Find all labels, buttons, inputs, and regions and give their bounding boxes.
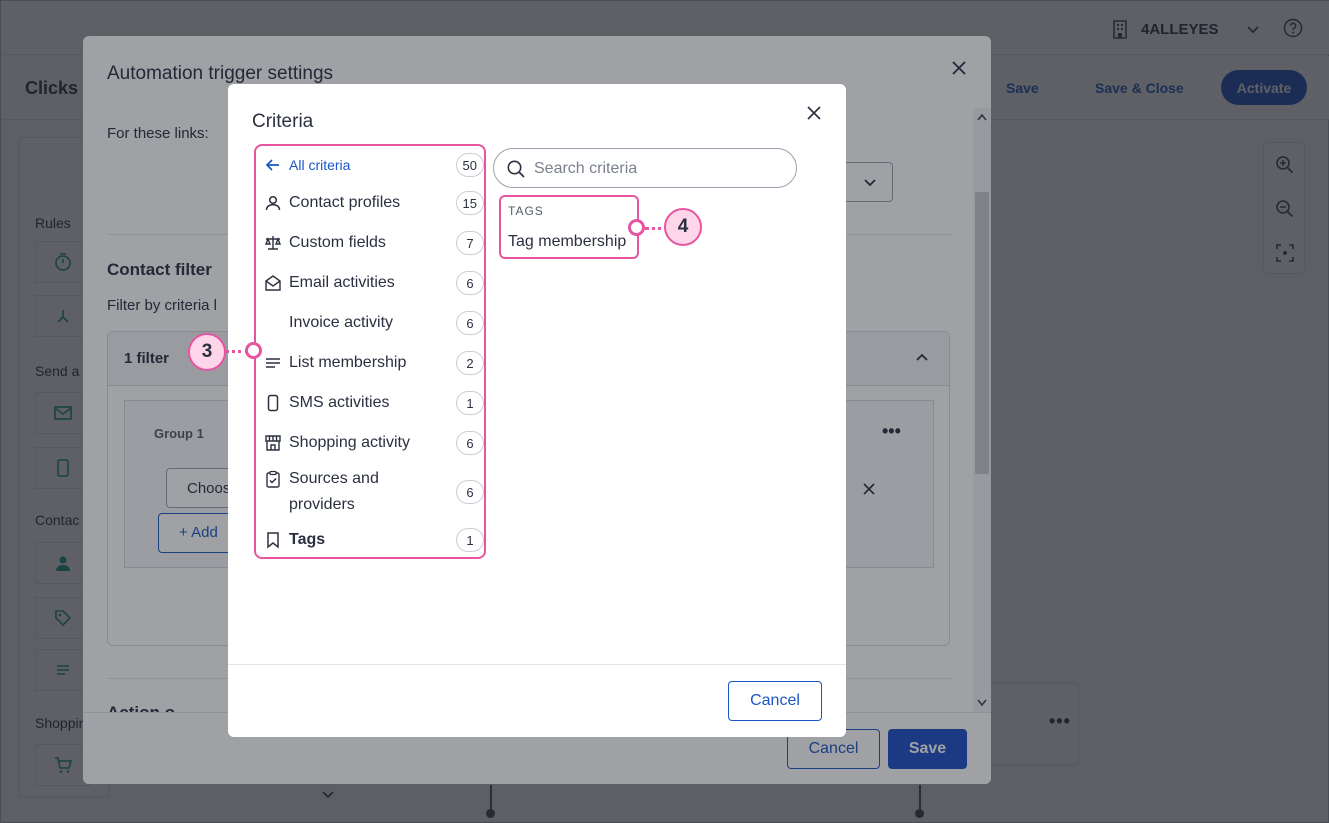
count-badge: 6 — [456, 431, 484, 455]
search-criteria[interactable] — [493, 148, 797, 188]
count-badge: 2 — [456, 351, 484, 375]
envelope-icon — [265, 275, 281, 291]
callout-3: 3 — [188, 333, 226, 371]
person-icon — [265, 195, 281, 211]
callout-4: 4 — [664, 208, 702, 246]
clipboard-check-icon — [266, 470, 280, 488]
count-badge: 1 — [456, 391, 484, 415]
count-badge: 50 — [455, 153, 484, 177]
category-tags[interactable]: Tags 1 — [262, 523, 484, 557]
criteria-modal: Criteria All criteria 50 Contact profile… — [228, 84, 846, 737]
store-icon — [265, 435, 281, 451]
category-custom-fields[interactable]: Custom fields 7 — [262, 226, 484, 260]
tags-result-group: TAGS Tag membership — [499, 195, 639, 259]
criteria-category-list: All criteria 50 Contact profiles 15 Cust… — [254, 144, 486, 559]
category-label: Email activities — [289, 274, 395, 291]
count-badge: 7 — [456, 231, 484, 255]
search-icon — [507, 160, 525, 178]
category-shopping-activity[interactable]: Shopping activity 6 — [262, 426, 484, 460]
tag-membership-option[interactable]: Tag membership — [508, 233, 626, 251]
scale-icon — [264, 236, 282, 250]
count-badge: 6 — [456, 311, 484, 335]
category-contact-profiles[interactable]: Contact profiles 15 — [262, 186, 484, 220]
category-label: Contact profiles — [289, 194, 401, 211]
modal-title: Criteria — [252, 111, 314, 132]
all-criteria-back-link[interactable]: All criteria 50 — [262, 148, 484, 182]
close-icon[interactable] — [805, 104, 823, 122]
count-badge: 1 — [456, 528, 484, 552]
divider — [228, 664, 846, 665]
category-label: Invoice activity — [289, 314, 394, 331]
count-badge: 15 — [455, 191, 484, 215]
result-group-heading: TAGS — [508, 204, 544, 218]
all-criteria-label: All criteria — [289, 157, 351, 173]
callout-anchor — [628, 219, 645, 236]
category-label: Custom fields — [289, 234, 386, 251]
blank-icon — [264, 314, 282, 332]
category-sources-providers[interactable]: Sources and providers 6 — [262, 466, 484, 518]
count-badge: 6 — [456, 271, 484, 295]
arrow-left-icon — [265, 159, 279, 171]
category-invoice-activity[interactable]: Invoice activity 6 — [262, 306, 484, 340]
category-label: List membership — [289, 354, 407, 371]
category-list-membership[interactable]: List membership 2 — [262, 346, 484, 380]
category-email-activities[interactable]: Email activities 6 — [262, 266, 484, 300]
search-input[interactable] — [534, 157, 784, 181]
lines-icon — [266, 358, 280, 368]
phone-icon — [267, 394, 279, 412]
category-label: Sources and providers — [289, 470, 379, 513]
category-label: Tags — [289, 531, 326, 548]
category-label: Shopping activity — [289, 434, 410, 451]
cancel-button[interactable]: Cancel — [728, 681, 822, 721]
count-badge: 6 — [456, 480, 484, 504]
category-sms-activities[interactable]: SMS activities 1 — [262, 386, 484, 420]
callout-anchor — [245, 342, 262, 359]
bookmark-icon — [267, 532, 279, 549]
category-label: SMS activities — [289, 394, 390, 411]
